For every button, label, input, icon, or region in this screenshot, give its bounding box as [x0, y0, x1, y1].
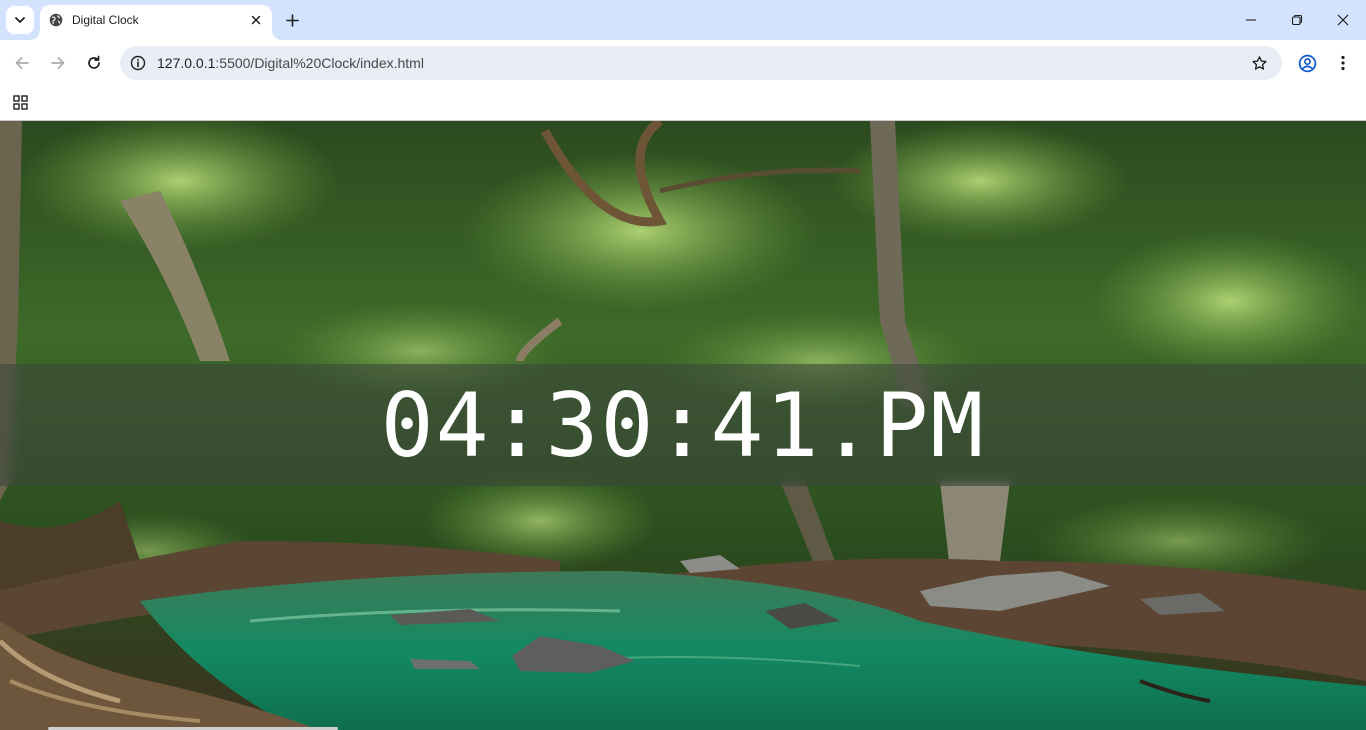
close-icon [1337, 14, 1349, 26]
chevron-down-icon [15, 17, 25, 23]
plus-icon [285, 13, 299, 27]
url-text[interactable]: 127.0.0.1:5500/Digital%20Clock/index.htm… [157, 55, 424, 71]
active-tab[interactable]: Digital Clock [40, 5, 272, 40]
address-bar[interactable]: 127.0.0.1:5500/Digital%20Clock/index.htm… [120, 46, 1282, 80]
browser-menu-button[interactable] [1334, 52, 1352, 74]
tab-strip: Digital Clock [0, 0, 1366, 40]
restore-button[interactable] [1274, 0, 1320, 40]
minimize-icon [1246, 19, 1256, 21]
arrow-left-icon [15, 57, 29, 69]
star-icon [1251, 55, 1267, 70]
clock-band: 04:30:41.PM [0, 364, 1366, 486]
tab-title: Digital Clock [72, 13, 139, 27]
profile-button[interactable] [1296, 52, 1318, 74]
browser-toolbar: 127.0.0.1:5500/Digital%20Clock/index.htm… [0, 40, 1366, 86]
restore-icon [1291, 14, 1303, 26]
forward-button[interactable] [44, 49, 72, 77]
url-host: 127.0.0.1 [157, 55, 216, 71]
bookmark-star-button[interactable] [1250, 54, 1268, 72]
close-icon [251, 15, 261, 25]
apps-button[interactable] [11, 93, 29, 111]
arrow-right-icon [51, 57, 65, 69]
close-tab-button[interactable] [248, 12, 264, 28]
url-path: :5500/Digital%20Clock/index.html [215, 55, 424, 71]
clock-display: 04:30:41.PM [380, 373, 986, 477]
new-tab-button[interactable] [282, 10, 302, 30]
reload-button[interactable] [80, 49, 108, 77]
reload-icon [88, 55, 100, 69]
bookmarks-bar [0, 86, 1366, 121]
globe-icon [49, 13, 63, 27]
kebab-menu-icon [1341, 55, 1345, 71]
apps-grid-icon [12, 94, 28, 110]
info-icon [130, 55, 146, 71]
page-viewport: 04:30:41.PM [0, 121, 1366, 730]
back-button[interactable] [8, 49, 36, 77]
site-info-button[interactable] [129, 54, 147, 72]
close-window-button[interactable] [1320, 0, 1366, 40]
minimize-button[interactable] [1228, 0, 1274, 40]
account-circle-icon [1298, 54, 1316, 72]
